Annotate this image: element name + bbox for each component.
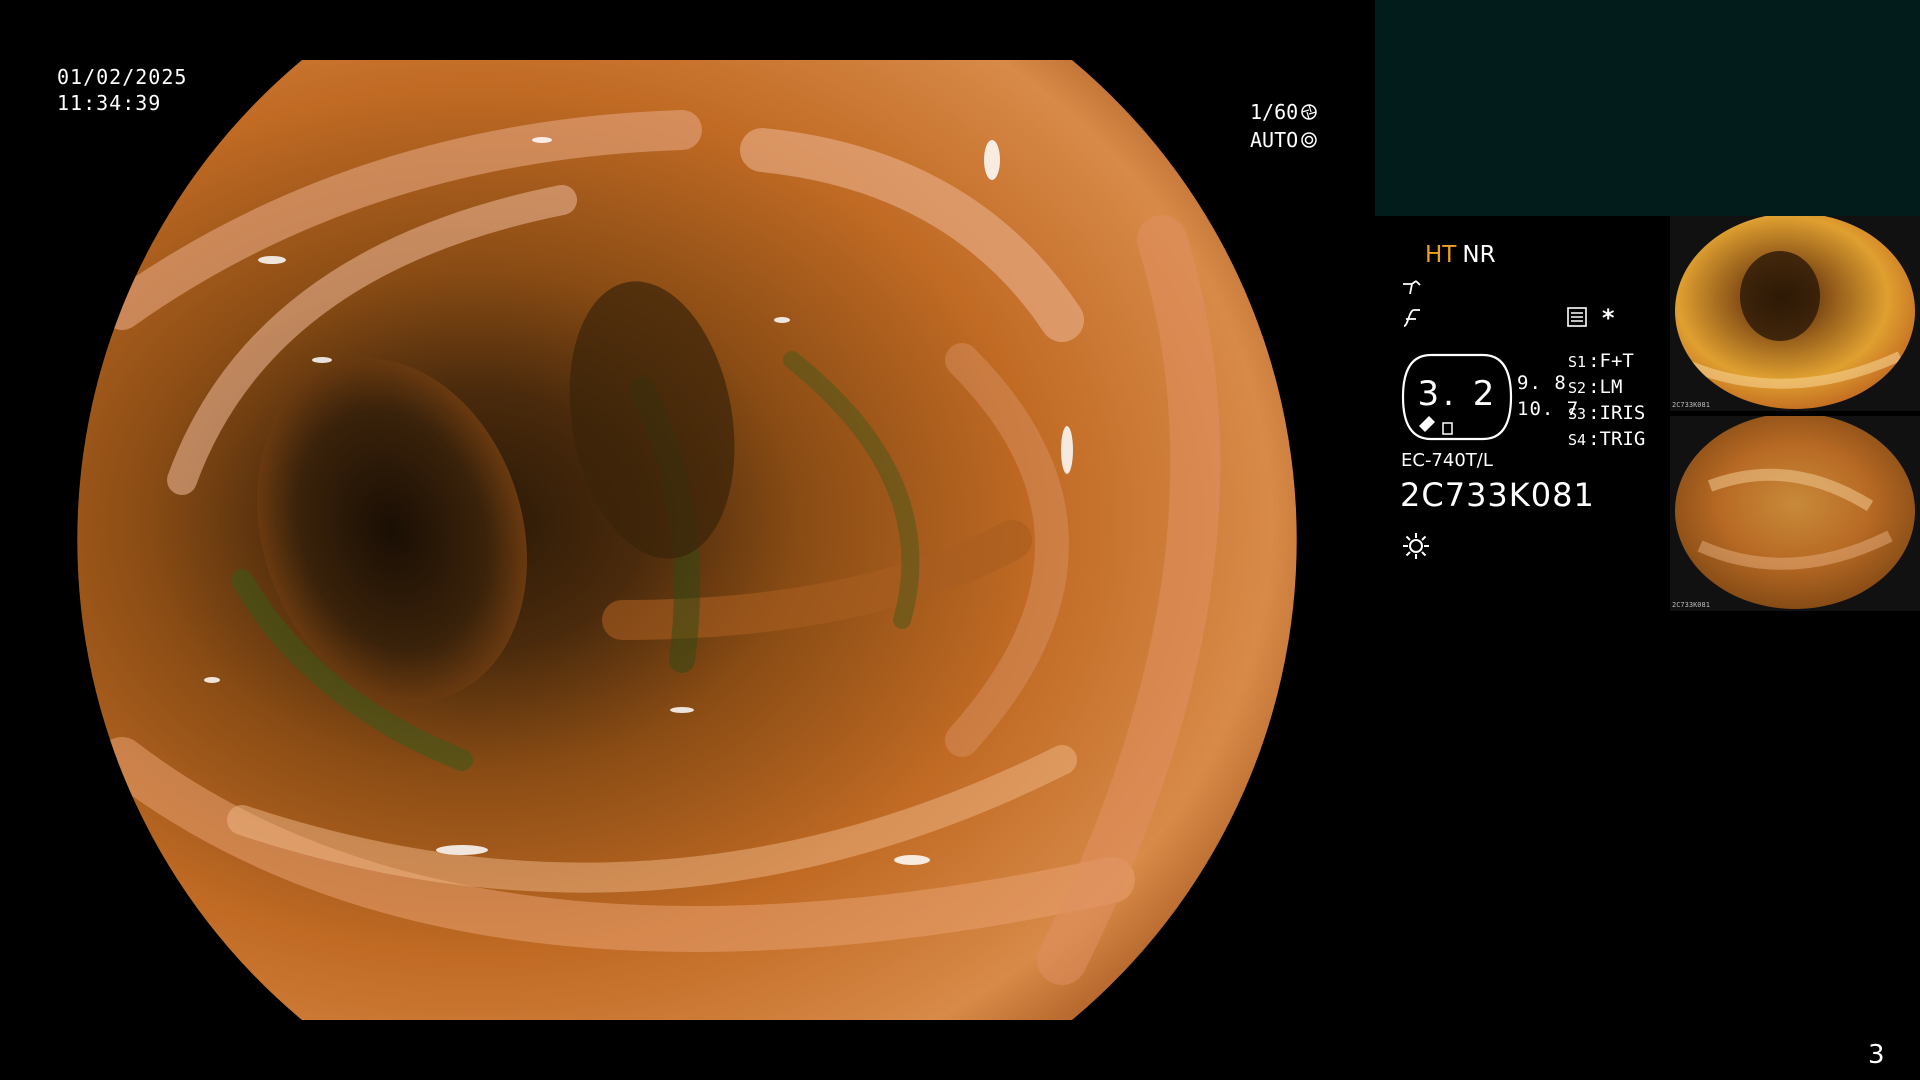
dial-value: 3. 2: [1417, 374, 1499, 414]
switch-setting-s3: S3:IRIS: [1568, 402, 1646, 424]
thumbnail-2-caption: 2C733K081: [1672, 601, 1710, 609]
shutter-icon: [1301, 104, 1317, 120]
switch-setting-s2: S2:LM: [1568, 376, 1623, 398]
date-time-stamp: 01/02/2025 11:34:39: [57, 64, 187, 116]
page-number: 3: [1868, 1040, 1885, 1070]
thumbnail-2[interactable]: 2C733K081: [1670, 416, 1920, 611]
switch-setting-s4: S4:TRIG: [1568, 428, 1646, 450]
scope-serial: 2C733K081: [1400, 476, 1595, 514]
exposure-mode-text: AUTO: [1250, 128, 1299, 152]
thumbnail-1-caption: 2C733K081: [1672, 401, 1710, 409]
auto-iris-icon: [1301, 132, 1317, 148]
reference-window: [1375, 0, 1920, 216]
switch-setting-s1: S1:F+T: [1568, 350, 1634, 372]
sun-icon: [1403, 533, 1429, 559]
thumbnail-1-image: [1675, 216, 1915, 409]
mode-indicator: HT NR: [1425, 242, 1496, 268]
curve-icon: [1403, 309, 1420, 327]
switch-settings-list: S1:F+T S2:LM S3:IRIS S4:TRIG: [1568, 349, 1645, 453]
tool-icon: [1403, 280, 1421, 295]
thumbnail-1[interactable]: 2C733K081: [1670, 216, 1920, 411]
shutter-speed-text: 1/60: [1250, 100, 1299, 124]
thumbnail-2-image: [1675, 416, 1915, 609]
exposure-info: 1/60 AUTO: [1250, 98, 1317, 154]
mode-nr-label: NR: [1462, 242, 1496, 268]
scope-model: EC-740T/L: [1401, 450, 1493, 471]
time-text: 11:34:39: [57, 91, 162, 115]
side-value-top: 9. 8: [1517, 372, 1567, 394]
settings-icon: [1567, 307, 1587, 327]
mode-ht-label: HT: [1425, 242, 1457, 268]
endoscope-image: [77, 60, 1297, 1020]
asterisk-icon: *: [1601, 304, 1616, 332]
endoscope-view: [62, 60, 1312, 1020]
date-text: 01/02/2025: [57, 65, 188, 89]
